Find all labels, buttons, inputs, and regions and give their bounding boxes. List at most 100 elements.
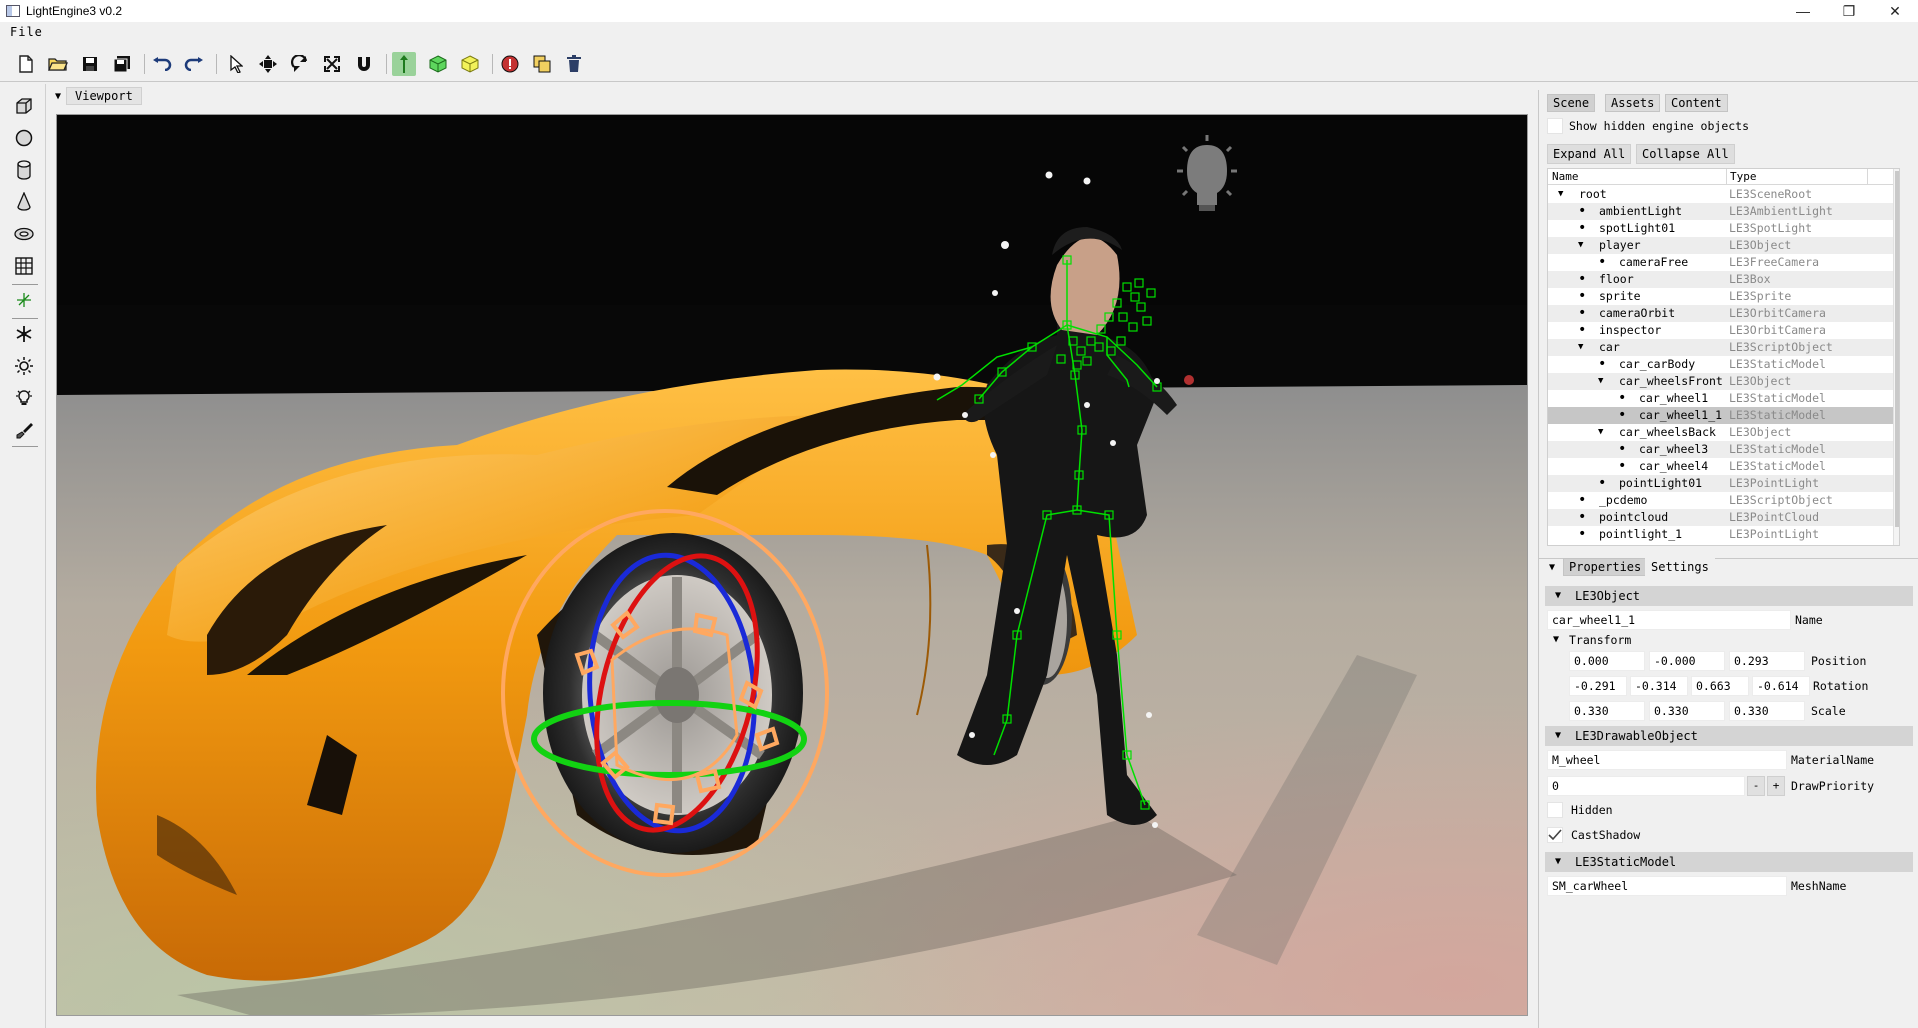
add-model-icon[interactable] — [458, 52, 482, 76]
rotation-x-field[interactable]: -0.291 — [1569, 676, 1627, 696]
properties-collapse-icon[interactable]: ▼ — [1549, 562, 1555, 573]
tree-row[interactable]: ▼ root LE3SceneRoot — [1548, 186, 1899, 203]
tree-scrollbar[interactable] — [1893, 169, 1899, 545]
cast-shadow-checkbox[interactable] — [1547, 827, 1563, 843]
tree-row[interactable]: ▼ car LE3ScriptObject — [1548, 339, 1899, 356]
expand-all-button[interactable]: Expand All — [1547, 144, 1632, 164]
position-z-field[interactable]: 0.293 — [1729, 651, 1805, 671]
axis-icon[interactable] — [12, 288, 36, 312]
tree-row[interactable]: ▼ player LE3Object — [1548, 237, 1899, 254]
rotation-y-field[interactable]: -0.314 — [1630, 676, 1688, 696]
bulb-icon[interactable] — [12, 386, 36, 410]
new-file-icon[interactable] — [14, 52, 38, 76]
cylinder-icon[interactable] — [12, 158, 36, 182]
show-hidden-checkbox[interactable] — [1547, 118, 1563, 134]
tab-assets[interactable]: Assets — [1605, 94, 1661, 112]
tab-settings[interactable]: Settings — [1645, 558, 1715, 576]
expand-triangle-icon[interactable]: ▼ — [1558, 186, 1563, 203]
hidden-checkbox[interactable] — [1547, 802, 1563, 818]
column-type-header[interactable]: Type — [1726, 169, 1868, 184]
brush-icon[interactable] — [12, 418, 36, 442]
tree-row[interactable]: • car_wheel1 LE3StaticModel — [1548, 390, 1899, 407]
rotation-z-field[interactable]: 0.663 — [1691, 676, 1749, 696]
scale-y-field[interactable]: 0.330 — [1649, 701, 1725, 721]
undo-icon[interactable] — [150, 52, 174, 76]
tree-row[interactable]: • car_wheel3 LE3StaticModel — [1548, 441, 1899, 458]
tree-row[interactable]: ▼ car_wheelsFront LE3Object — [1548, 373, 1899, 390]
open-folder-icon[interactable] — [46, 52, 70, 76]
maximize-button[interactable]: ❐ — [1826, 0, 1872, 22]
move-icon[interactable] — [256, 52, 280, 76]
save-icon[interactable] — [78, 52, 102, 76]
tree-item-type: LE3PointCloud — [1729, 510, 1820, 524]
tree-item-name: floor — [1599, 272, 1634, 286]
tree-row[interactable]: • pointcloud LE3PointCloud — [1548, 509, 1899, 526]
scene-tree[interactable]: Name Type ▼ root LE3SceneRoot • ambientLight… — [1547, 168, 1900, 546]
tree-row[interactable]: • cameraOrbit LE3OrbitCamera — [1548, 305, 1899, 322]
scale-icon[interactable] — [320, 52, 344, 76]
duplicate-icon[interactable] — [530, 52, 554, 76]
expand-triangle-icon[interactable]: ▼ — [1598, 373, 1603, 390]
tree-row[interactable]: • spotLight01 LE3SpotLight — [1548, 220, 1899, 237]
tab-properties[interactable]: Properties — [1563, 558, 1648, 576]
tree-row-selected[interactable]: • car_wheel1_1 LE3StaticModel — [1548, 407, 1899, 424]
expand-triangle-icon[interactable]: ▼ — [1598, 424, 1603, 441]
collapse-triangle-icon[interactable]: ▼ — [50, 91, 66, 102]
position-x-field[interactable]: 0.000 — [1569, 651, 1645, 671]
column-name-header[interactable]: Name — [1552, 169, 1579, 184]
add-cube-icon[interactable] — [426, 52, 450, 76]
viewport-canvas[interactable] — [56, 114, 1528, 1016]
tree-row[interactable]: • inspector LE3OrbitCamera — [1548, 322, 1899, 339]
tree-row[interactable]: • cameraFree LE3FreeCamera — [1548, 254, 1899, 271]
stop-icon[interactable] — [498, 52, 522, 76]
viewport-tab[interactable]: Viewport — [66, 87, 142, 105]
torus-icon[interactable] — [12, 222, 36, 246]
tree-row[interactable]: ▼ car_wheelsBack LE3Object — [1548, 424, 1899, 441]
tree-row[interactable]: • pointlight_1 LE3PointLight — [1548, 526, 1899, 543]
select-pointer-icon[interactable] — [224, 52, 248, 76]
delete-icon[interactable] — [562, 52, 586, 76]
scale-z-field[interactable]: 0.330 — [1729, 701, 1805, 721]
draw-priority-increment[interactable]: + — [1767, 776, 1785, 796]
scale-label: Scale — [1811, 704, 1846, 718]
redo-icon[interactable] — [182, 52, 206, 76]
tree-header: Name Type — [1548, 169, 1899, 185]
tree-row[interactable]: • _pcdemo LE3ScriptObject — [1548, 492, 1899, 509]
mesh-name-field[interactable]: SM_carWheel — [1547, 876, 1787, 896]
snowflake-icon[interactable] — [12, 322, 36, 346]
save-all-icon[interactable] — [110, 52, 134, 76]
transform-collapse-icon[interactable]: ▼ — [1553, 630, 1559, 650]
grid-icon[interactable] — [12, 254, 36, 278]
rotate-icon[interactable] — [288, 52, 312, 76]
magnet-icon[interactable] — [352, 52, 376, 76]
draw-priority-field[interactable]: 0 — [1547, 776, 1745, 796]
material-name-field[interactable]: M_wheel — [1547, 750, 1787, 770]
tree-row[interactable]: • sprite LE3Sprite — [1548, 288, 1899, 305]
tree-row[interactable]: • floor LE3Box — [1548, 271, 1899, 288]
rotation-w-field[interactable]: -0.614 — [1752, 676, 1810, 696]
minimize-button[interactable]: — — [1780, 0, 1826, 22]
box-icon[interactable] — [12, 94, 36, 118]
expand-triangle-icon[interactable]: ▼ — [1578, 237, 1583, 254]
tree-row[interactable]: • car_wheel4 LE3StaticModel — [1548, 458, 1899, 475]
collapse-all-button[interactable]: Collapse All — [1636, 144, 1735, 164]
tree-row[interactable]: • pointLight01 LE3PointLight — [1548, 475, 1899, 492]
scale-x-field[interactable]: 0.330 — [1569, 701, 1645, 721]
gizmo-local-icon[interactable] — [392, 52, 416, 76]
tree-row[interactable]: • ambientLight LE3AmbientLight — [1548, 203, 1899, 220]
name-field[interactable]: car_wheel1_1 — [1547, 610, 1791, 630]
sphere-icon[interactable] — [12, 126, 36, 150]
cone-icon[interactable] — [12, 190, 36, 214]
expand-triangle-icon[interactable]: ▼ — [1578, 339, 1583, 356]
section-le3object[interactable]: ▼ LE3Object — [1545, 586, 1913, 606]
section-le3staticmodel[interactable]: ▼ LE3StaticModel — [1545, 852, 1913, 872]
tree-row[interactable]: • car_carBody LE3StaticModel — [1548, 356, 1899, 373]
close-button[interactable]: ✕ — [1872, 0, 1918, 22]
tab-content[interactable]: Content — [1665, 94, 1728, 112]
tab-scene[interactable]: Scene — [1547, 94, 1596, 112]
sun-icon[interactable] — [12, 354, 36, 378]
draw-priority-decrement[interactable]: - — [1747, 776, 1765, 796]
section-le3drawableobject[interactable]: ▼ LE3DrawableObject — [1545, 726, 1913, 746]
position-y-field[interactable]: -0.000 — [1649, 651, 1725, 671]
menu-file[interactable]: File — [10, 25, 43, 39]
